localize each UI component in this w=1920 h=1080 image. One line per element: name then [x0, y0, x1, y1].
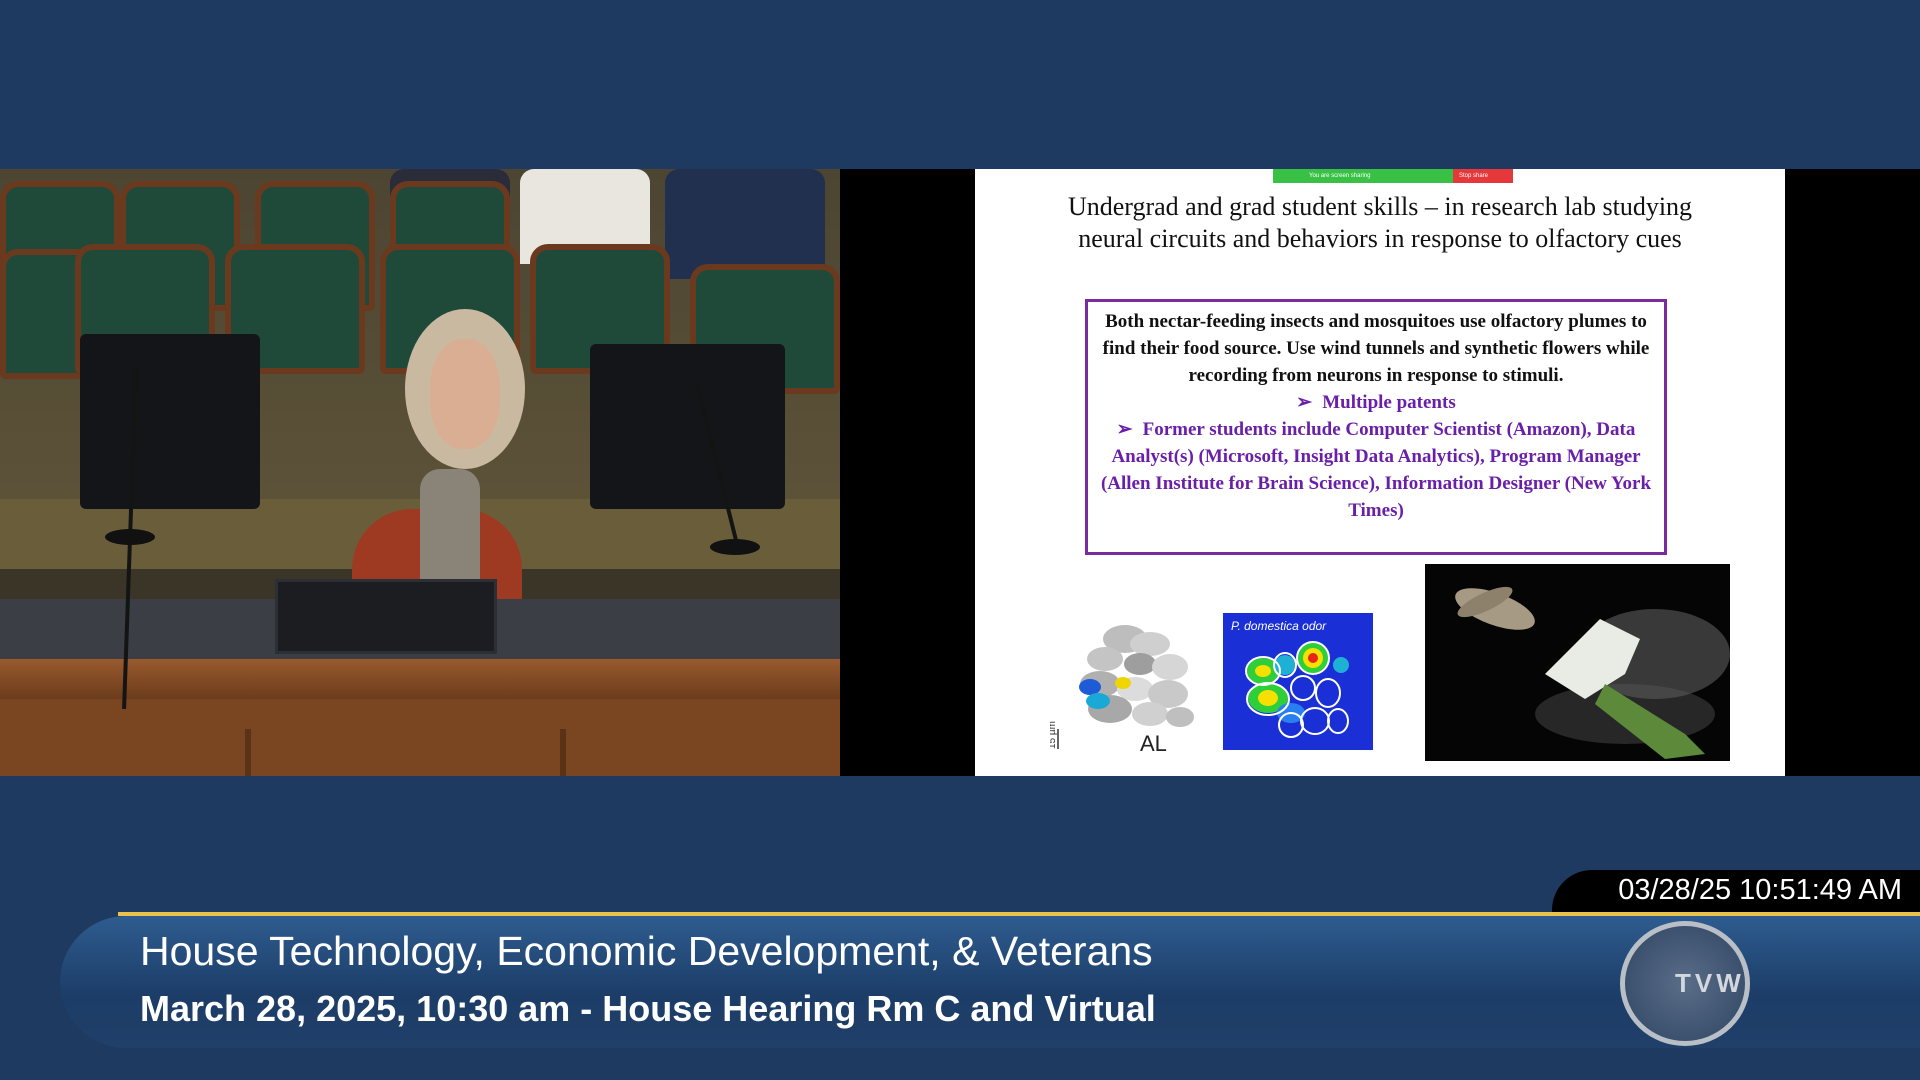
speaker-face: [430, 339, 500, 449]
laptop: [275, 579, 497, 654]
heatmap-label: P. domestica odor: [1231, 619, 1327, 633]
broadcast-timestamp: 03/28/25 10:51:49 AM: [1618, 874, 1902, 906]
slide-bullet: ➢ Multiple patents: [1094, 389, 1658, 416]
slide-bullet-text: Multiple patents: [1322, 392, 1456, 413]
antennal-lobe-figure: 15 µm AL: [1050, 625, 1194, 754]
screen-share-status: You are screen sharing: [1273, 169, 1453, 183]
audience-member: [665, 169, 825, 279]
hearing-details: March 28, 2025, 10:30 am - House Hearing…: [140, 988, 1156, 1029]
glomeruli-cluster: [1079, 625, 1194, 727]
arrow-bullet-icon: ➢: [1296, 392, 1313, 413]
moth-flower-photo: [1425, 564, 1730, 761]
moth-flower-graphic: [1455, 586, 1730, 759]
slide-bullet: ➢ Former students include Computer Scient…: [1094, 416, 1658, 524]
slide-bullet-text: Former students include Computer Scienti…: [1100, 419, 1652, 521]
camera-feed: [0, 169, 840, 776]
desk-front: [0, 699, 840, 776]
arrow-bullet-icon: ➢: [1116, 419, 1133, 440]
desk-panel-line: [245, 729, 251, 776]
presentation-slide: You are screen sharing Stop share Underg…: [975, 169, 1785, 776]
screen-share-toolbar: You are screen sharing Stop share: [1273, 169, 1513, 183]
monitor: [590, 344, 785, 509]
slide-body-text: Both nectar-feeding insects and mosquito…: [1102, 311, 1650, 386]
screen-share-view: You are screen sharing Stop share Underg…: [840, 169, 1920, 776]
timestamp-tab: 03/28/25 10:51:49 AM: [1552, 870, 1920, 914]
odor-response-heatmap: P. domestica odor: [1223, 613, 1373, 750]
heatmap-graphic: [1245, 641, 1349, 738]
desk-panel-line: [560, 729, 566, 776]
committee-title: House Technology, Economic Development, …: [140, 928, 1153, 974]
al-label: AL: [1140, 731, 1167, 754]
tvw-logo: TVW: [1620, 921, 1750, 1046]
microphone-base: [105, 529, 155, 545]
scale-bar-label: 15 µm: [1050, 721, 1058, 749]
tvw-logo-text: TVW: [1675, 968, 1745, 998]
slide-title: Undergrad and grad student skills – in r…: [1067, 192, 1693, 253]
slide-text-box: Both nectar-feeding insects and mosquito…: [1085, 299, 1667, 555]
microphone-base: [710, 539, 760, 555]
stop-share-button[interactable]: Stop share: [1453, 169, 1513, 183]
monitor: [80, 334, 260, 509]
